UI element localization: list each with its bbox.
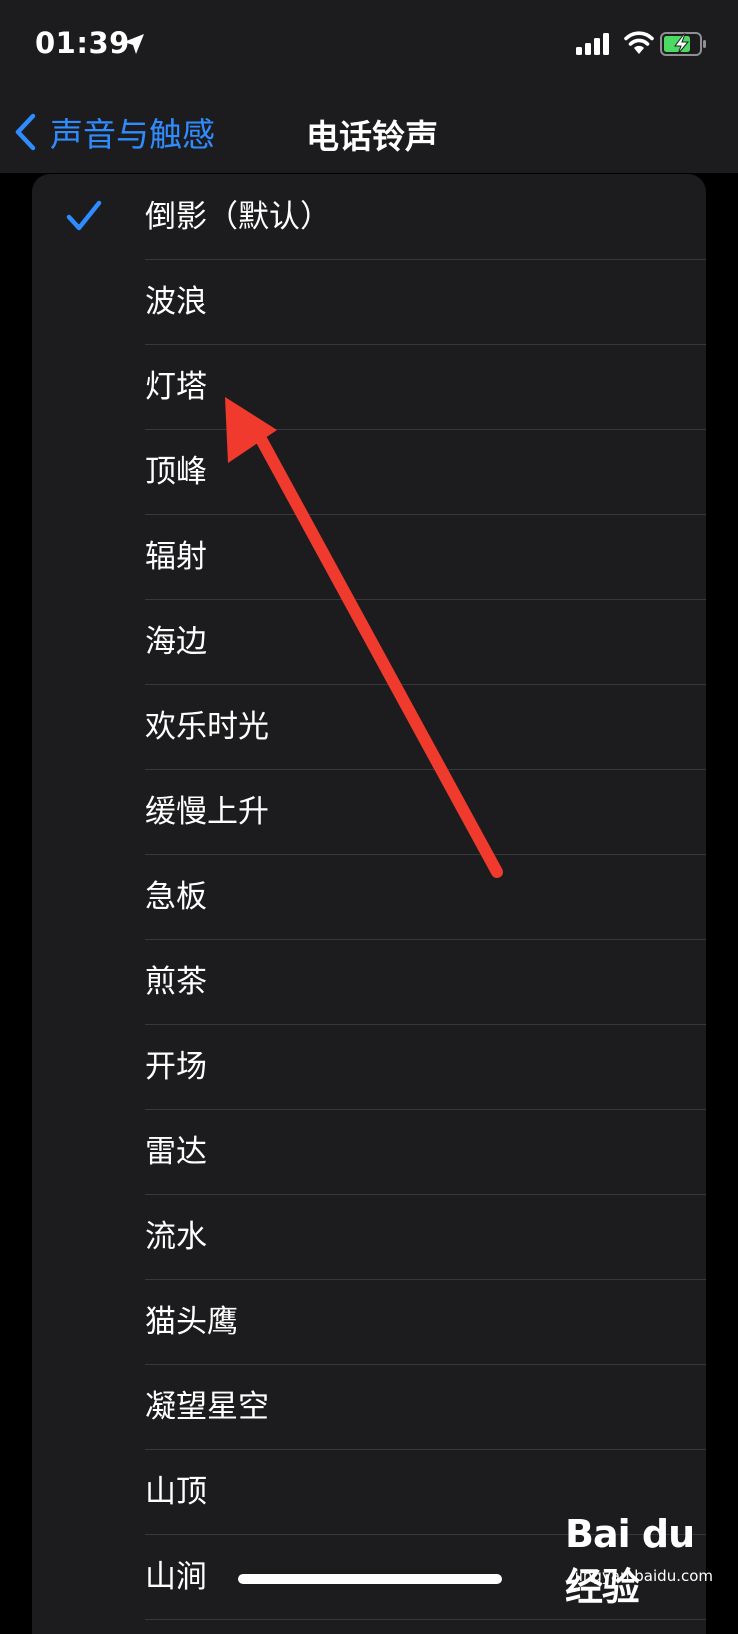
ringtone-label: 倒影（默认）	[145, 199, 331, 235]
ringtone-label: 流水	[145, 1219, 207, 1255]
ringtone-label: 灯塔	[145, 369, 207, 405]
location-arrow-icon	[124, 34, 144, 54]
ringtone-list: 倒影（默认） 波浪灯塔顶峰辐射海边欢乐时光缓慢上升急板煎茶开场雷达流水猫头鹰凝望星…	[32, 174, 706, 1634]
ringtone-row[interactable]: 辐射	[32, 514, 706, 600]
ringtone-label: 山顶	[145, 1474, 207, 1510]
ringtone-label: 欢乐时光	[145, 709, 269, 745]
ringtone-row[interactable]: 雷达	[32, 1109, 706, 1195]
ringtone-label: 开场	[145, 1049, 207, 1085]
ringtone-row[interactable]: 凝望星空	[32, 1364, 706, 1450]
row-separator	[145, 1619, 706, 1620]
page-title: 电话铃声	[306, 117, 438, 156]
ringtone-label: 缓慢上升	[145, 794, 269, 830]
ringtone-row[interactable]: 海边	[32, 599, 706, 685]
ringtone-row[interactable]: 猫头鹰	[32, 1279, 706, 1365]
ringtone-label: 猫头鹰	[145, 1304, 238, 1340]
ringtone-label: 辐射	[145, 539, 207, 575]
ringtone-row[interactable]: 开场	[32, 1024, 706, 1110]
ringtone-label: 急板	[145, 879, 207, 915]
ringtone-row[interactable]: 欢乐时光	[32, 684, 706, 770]
status-time: 01:39	[35, 26, 130, 60]
ringtone-label: 凝望星空	[145, 1389, 269, 1425]
ringtone-row[interactable]: 流水	[32, 1194, 706, 1280]
ringtone-row[interactable]: 顶峰	[32, 429, 706, 515]
ringtone-label: 海边	[145, 624, 207, 660]
battery-charging-icon	[660, 32, 706, 56]
wifi-icon	[624, 31, 654, 54]
watermark-url: jingyan.baidu.com	[574, 1567, 713, 1585]
cellular-signal-icon	[576, 33, 609, 55]
checkmark-icon	[66, 200, 102, 231]
ringtone-row[interactable]: 急板	[32, 854, 706, 940]
home-indicator	[238, 1574, 502, 1584]
ringtone-label: 波浪	[145, 284, 207, 320]
navigation-bar: 声音与触感 电话铃声	[0, 90, 738, 173]
ringtone-row[interactable]: 波浪	[32, 259, 706, 345]
status-bar: 01:39	[0, 0, 738, 90]
watermark-logo: Bai du 经验	[565, 1512, 695, 1609]
baidu-watermark: Bai du 经验 jingyan.baidu.com	[565, 1512, 725, 1609]
ringtone-row[interactable]: 倒影（默认）	[32, 174, 706, 260]
ringtone-label: 山涧	[145, 1559, 207, 1595]
ringtone-label: 顶峰	[145, 454, 207, 490]
ringtone-label: 雷达	[145, 1134, 207, 1170]
ringtone-row[interactable]: 缓慢上升	[32, 769, 706, 855]
ringtone-row[interactable]: 灯塔	[32, 344, 706, 430]
ringtone-row[interactable]: 煎茶	[32, 939, 706, 1025]
ringtone-label: 煎茶	[145, 964, 207, 1000]
